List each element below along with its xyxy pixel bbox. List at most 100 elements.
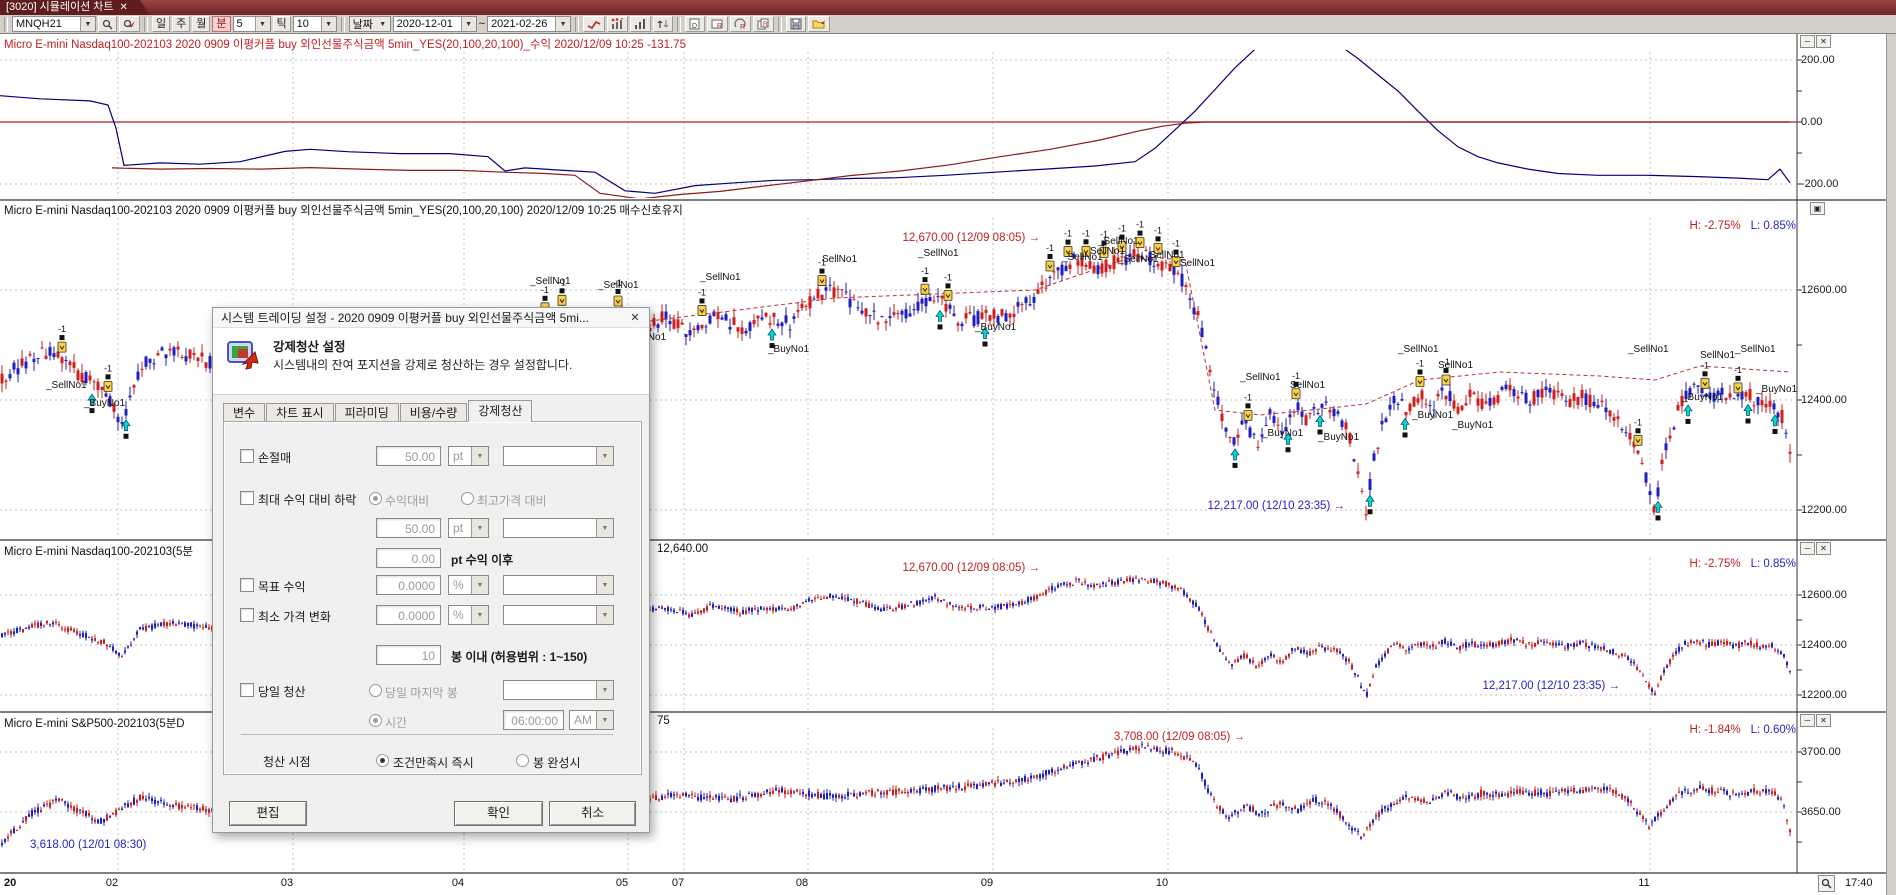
chevron-down-icon[interactable]: ▼ — [471, 606, 488, 624]
low-percent: L: 0.85% — [1751, 220, 1796, 232]
main-high-low: H: -2.75% L: 0.85% — [1636, 220, 1796, 232]
sp-low-annotation: 3,618.00 (12/01 08:30) — [30, 839, 146, 851]
dialog-tab-피라미딩[interactable]: 피라미딩 — [335, 403, 399, 422]
trailing-checkbox[interactable] — [240, 491, 254, 505]
target-unit-combo[interactable]: %▼ — [448, 575, 489, 595]
right-scrollbar[interactable] — [1886, 34, 1896, 895]
minchange-checkbox[interactable] — [240, 608, 254, 622]
edit-button[interactable]: 편집 — [229, 801, 307, 826]
main-axis-tick: 12200.00 — [1801, 504, 1847, 516]
panel-minimize-button[interactable]: ─ — [1800, 542, 1815, 555]
chevron-down-icon[interactable]: ▼ — [596, 519, 613, 537]
minchange-label: 최소 가격 변화 — [258, 608, 331, 625]
ampm-combo[interactable]: AM▼ — [569, 710, 614, 730]
high-percent: H: -1.84% — [1689, 724, 1740, 736]
svg-text:_SellNo1: _SellNo1 — [699, 272, 741, 283]
panel-minimize-button[interactable]: ─ — [1800, 35, 1815, 48]
cursor-time-label: 17:40 — [1845, 877, 1873, 889]
daily-signal-combo[interactable]: ▼ — [503, 680, 614, 700]
dialog-tab-차트 표시[interactable]: 차트 표시 — [266, 403, 334, 422]
dialog-tab-비용/수량[interactable]: 비용/수량 — [400, 403, 468, 422]
target-checkbox[interactable] — [240, 578, 254, 592]
x-axis-label: 20 — [4, 877, 16, 889]
daily-time-input[interactable]: 06:00:00 — [503, 710, 564, 730]
ok-button[interactable]: 확인 — [454, 801, 543, 826]
svg-text:-1: -1 — [1082, 228, 1090, 238]
daily-time-radio[interactable] — [369, 714, 382, 727]
stoploss-input[interactable]: 50.00 — [376, 446, 441, 466]
arrow-right-icon: → — [1029, 232, 1041, 244]
chevron-down-icon[interactable]: ▼ — [596, 447, 613, 465]
exit-immediate-radio[interactable] — [376, 754, 389, 767]
svg-text:_SellNo1: _SellNo1 — [597, 280, 639, 291]
trailing-signal-combo[interactable]: ▼ — [503, 518, 614, 538]
x-axis-label: 10 — [1156, 877, 1168, 889]
minchange-signal-combo[interactable]: ▼ — [503, 605, 614, 625]
trailing-profit-radio-label[interactable]: 수익대비 — [385, 492, 429, 509]
sp-high-annotation: 3,708.00 (12/09 08:05) → — [1060, 731, 1245, 743]
trailing-highprice-radio-label[interactable]: 최고가격 대비 — [477, 492, 547, 509]
target-label: 목표 수익 — [258, 578, 306, 595]
equity-panel-title: Micro E-mini Nasdaq100-202103 2020 0909 … — [4, 36, 686, 52]
trailing-highprice-radio[interactable] — [461, 492, 474, 505]
dialog-title[interactable]: 시스템 트레이딩 설정 - 2020 0909 이평커플 buy 외인선물주식금… — [213, 308, 649, 328]
chevron-down-icon[interactable]: ▼ — [471, 519, 488, 537]
chevron-down-icon[interactable]: ▼ — [596, 576, 613, 594]
stoploss-label: 손절매 — [258, 449, 291, 466]
forced-liquidation-icon — [225, 338, 259, 375]
panel-minimize-button[interactable]: ─ — [1800, 714, 1815, 727]
daily-checkbox[interactable] — [240, 683, 254, 697]
daily-lastbar-radio[interactable] — [369, 684, 382, 697]
equity-axis-tick: 0.00 — [1801, 116, 1822, 128]
high-percent: H: -2.75% — [1689, 220, 1740, 232]
chevron-down-icon[interactable]: ▼ — [471, 576, 488, 594]
chevron-down-icon[interactable]: ▼ — [471, 447, 488, 465]
dialog-section-desc: 시스템내의 잔여 포지션을 강제로 청산하는 경우 설정합니다. — [273, 356, 572, 373]
minchange-unit-combo[interactable]: %▼ — [448, 605, 489, 625]
trailing-profit-radio[interactable] — [369, 492, 382, 505]
panel-close-button[interactable]: ✕ — [1816, 35, 1831, 48]
daily-time-radio-label[interactable]: 시간 — [385, 714, 407, 731]
sp-panel-value: 75 — [657, 715, 670, 727]
daily-label: 당일 청산 — [258, 683, 306, 700]
trailing-input[interactable]: 50.00 — [376, 518, 441, 538]
svg-text:_BuyNo1: _BuyNo1 — [1451, 420, 1494, 431]
svg-text:_SellNo1: _SellNo1 — [529, 276, 571, 287]
target-signal-combo[interactable]: ▼ — [503, 575, 614, 595]
panel-restore-button[interactable]: ▣ — [1810, 202, 1825, 215]
zoom-button[interactable] — [1818, 875, 1835, 892]
exit-barclose-radio[interactable] — [516, 754, 529, 767]
target-input[interactable]: 0.0000 — [376, 575, 441, 595]
stoploss-checkbox[interactable] — [240, 449, 254, 463]
panel-close-button[interactable]: ✕ — [1816, 542, 1831, 555]
svg-text:-1: -1 — [1154, 225, 1162, 235]
cancel-button[interactable]: 취소 — [549, 801, 636, 826]
mini-panel-title: Micro E-mini Nasdaq100-202103(5분 — [4, 543, 193, 559]
simulation-chart-window: [3020] 시뮬레이션 차트✕ MNQH21 ▼ 일 주 월 분 5 ▼ 틱 … — [0, 0, 1896, 895]
trailing-after-input[interactable]: 0.00 — [376, 548, 441, 568]
svg-text:_SellNo1: _SellNo1 — [1627, 344, 1669, 355]
trailing-unit-combo[interactable]: pt▼ — [448, 518, 489, 538]
chevron-down-icon[interactable]: ▼ — [596, 681, 613, 699]
dialog-close-icon[interactable]: ✕ — [627, 310, 643, 326]
minchange-input[interactable]: 0.0000 — [376, 605, 441, 625]
daily-lastbar-radio-label[interactable]: 당일 마지막 봉 — [385, 684, 458, 701]
exit-immediate-radio-label[interactable]: 조건만족시 즉시 — [393, 754, 474, 771]
svg-text:-1: -1 — [698, 287, 706, 297]
dialog-tab-변수[interactable]: 변수 — [223, 403, 265, 422]
bars-input[interactable]: 10 — [376, 645, 441, 665]
svg-text:-1: -1 — [58, 324, 66, 334]
exit-barclose-radio-label[interactable]: 봉 완성시 — [533, 754, 581, 771]
zoom-icon — [1821, 878, 1832, 889]
svg-text:-1: -1 — [1701, 360, 1709, 370]
main-low-annotation: 12,217.00 (12/10 23:35) → — [1140, 500, 1345, 512]
panel-close-button[interactable]: ✕ — [1816, 714, 1831, 727]
stoploss-unit-combo[interactable]: pt▼ — [448, 446, 489, 466]
mini-high-low: H: -2.75%L: 0.85% — [1636, 558, 1796, 570]
dialog-tab-강제청산[interactable]: 강제청산 — [468, 400, 532, 422]
system-trading-settings-dialog: 시스템 트레이딩 설정 - 2020 0909 이평커플 buy 외인선물주식금… — [212, 307, 650, 833]
stoploss-signal-combo[interactable]: ▼ — [503, 446, 614, 466]
chevron-down-icon[interactable]: ▼ — [596, 711, 613, 729]
chevron-down-icon[interactable]: ▼ — [596, 606, 613, 624]
svg-text:_SellNo1: _SellNo1 — [1239, 372, 1281, 383]
